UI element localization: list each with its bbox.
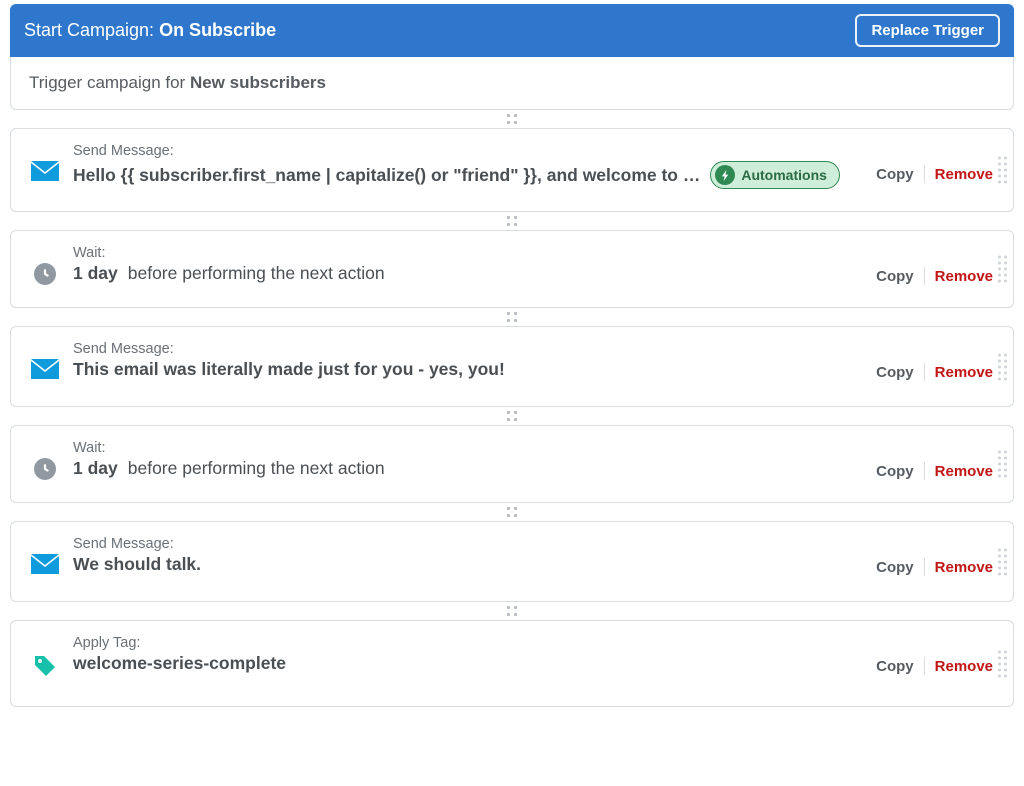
action-separator — [924, 558, 925, 576]
step-content: 1 day before performing the next action — [73, 263, 862, 284]
trigger-description-value: New subscribers — [190, 73, 326, 92]
copy-button[interactable]: Copy — [876, 559, 914, 576]
tag-icon — [32, 653, 58, 684]
step-card[interactable]: Apply Tag: welcome-series-complete Copy R… — [10, 620, 1014, 707]
step-connector — [10, 407, 1014, 425]
mail-icon — [31, 161, 59, 186]
drag-handle[interactable] — [998, 256, 1007, 283]
action-separator — [924, 165, 925, 183]
step-connector — [10, 308, 1014, 326]
step-type-label: Send Message: — [73, 536, 862, 552]
remove-button[interactable]: Remove — [935, 364, 993, 381]
remove-button[interactable]: Remove — [935, 166, 993, 183]
campaign-title: Start Campaign: On Subscribe — [24, 20, 276, 41]
clock-icon — [34, 458, 56, 480]
step-actions: Copy Remove — [876, 462, 993, 480]
step-content: welcome-series-complete — [73, 653, 862, 674]
wait-description: before performing the next action — [128, 458, 385, 479]
campaign-header: Start Campaign: On Subscribe Replace Tri… — [10, 4, 1014, 57]
action-separator — [924, 657, 925, 675]
step-connector — [10, 602, 1014, 620]
step-content: This email was literally made just for y… — [73, 359, 862, 380]
step-type-label: Wait: — [73, 440, 862, 456]
step-content: 1 day before performing the next action — [73, 458, 862, 479]
action-separator — [924, 363, 925, 381]
step-icon-slot — [31, 653, 59, 684]
step-card[interactable]: Send Message: This email was literally ma… — [10, 326, 1014, 407]
step-icon-slot — [31, 263, 59, 285]
step-body: Wait: 1 day before performing the next ac… — [73, 440, 862, 479]
mail-icon — [31, 359, 59, 384]
step-card[interactable]: Send Message: We should talk. Copy Remove — [10, 521, 1014, 602]
step-icon-slot — [31, 161, 59, 186]
step-icon-slot — [31, 359, 59, 384]
drag-handle[interactable] — [998, 548, 1007, 575]
tag-name: welcome-series-complete — [73, 653, 286, 674]
step-card[interactable]: Send Message: Hello {{ subscriber.first_n… — [10, 128, 1014, 212]
drag-handle[interactable] — [998, 353, 1007, 380]
bolt-icon — [715, 165, 735, 185]
step-actions: Copy Remove — [876, 267, 993, 285]
step-card[interactable]: Wait: 1 day before performing the next ac… — [10, 425, 1014, 503]
message-subject: This email was literally made just for y… — [73, 359, 505, 380]
step-connector — [10, 503, 1014, 521]
action-separator — [924, 267, 925, 285]
clock-icon — [34, 263, 56, 285]
campaign-title-trigger: On Subscribe — [159, 20, 276, 40]
step-body: Apply Tag: welcome-series-complete — [73, 635, 862, 674]
step-icon-slot — [31, 458, 59, 480]
copy-button[interactable]: Copy — [876, 463, 914, 480]
remove-button[interactable]: Remove — [935, 463, 993, 480]
drag-handle[interactable] — [998, 157, 1007, 184]
copy-button[interactable]: Copy — [876, 658, 914, 675]
copy-button[interactable]: Copy — [876, 364, 914, 381]
mail-icon — [31, 554, 59, 579]
remove-button[interactable]: Remove — [935, 559, 993, 576]
automations-badge[interactable]: Automations — [710, 161, 840, 189]
copy-button[interactable]: Copy — [876, 268, 914, 285]
drag-handle[interactable] — [998, 451, 1007, 478]
message-subject: We should talk. — [73, 554, 201, 575]
automations-badge-label: Automations — [741, 167, 827, 183]
step-connector — [10, 110, 1014, 128]
step-actions: Copy Remove — [876, 657, 993, 675]
step-body: Wait: 1 day before performing the next ac… — [73, 245, 862, 284]
remove-button[interactable]: Remove — [935, 658, 993, 675]
trigger-description[interactable]: Trigger campaign for New subscribers — [10, 57, 1014, 110]
campaign-title-prefix: Start Campaign: — [24, 20, 159, 40]
step-connector — [10, 212, 1014, 230]
action-separator — [924, 462, 925, 480]
step-actions: Copy Remove — [876, 558, 993, 576]
step-type-label: Wait: — [73, 245, 862, 261]
drag-handle[interactable] — [998, 650, 1007, 677]
step-content: Hello {{ subscriber.first_name | capital… — [73, 161, 862, 189]
step-type-label: Send Message: — [73, 143, 862, 159]
step-body: Send Message: This email was literally ma… — [73, 341, 862, 380]
step-type-label: Apply Tag: — [73, 635, 862, 651]
replace-trigger-button[interactable]: Replace Trigger — [855, 14, 1000, 47]
copy-button[interactable]: Copy — [876, 166, 914, 183]
step-body: Send Message: We should talk. — [73, 536, 862, 575]
step-content: We should talk. — [73, 554, 862, 575]
campaign-builder: Start Campaign: On Subscribe Replace Tri… — [0, 0, 1024, 717]
step-card[interactable]: Wait: 1 day before performing the next ac… — [10, 230, 1014, 308]
step-icon-slot — [31, 554, 59, 579]
step-type-label: Send Message: — [73, 341, 862, 357]
step-actions: Copy Remove — [876, 363, 993, 381]
step-actions: Copy Remove — [876, 165, 993, 183]
step-body: Send Message: Hello {{ subscriber.first_n… — [73, 143, 862, 189]
wait-duration: 1 day — [73, 458, 118, 479]
trigger-description-prefix: Trigger campaign for — [29, 73, 190, 92]
remove-button[interactable]: Remove — [935, 268, 993, 285]
message-subject: Hello {{ subscriber.first_name | capital… — [73, 165, 700, 186]
wait-duration: 1 day — [73, 263, 118, 284]
wait-description: before performing the next action — [128, 263, 385, 284]
